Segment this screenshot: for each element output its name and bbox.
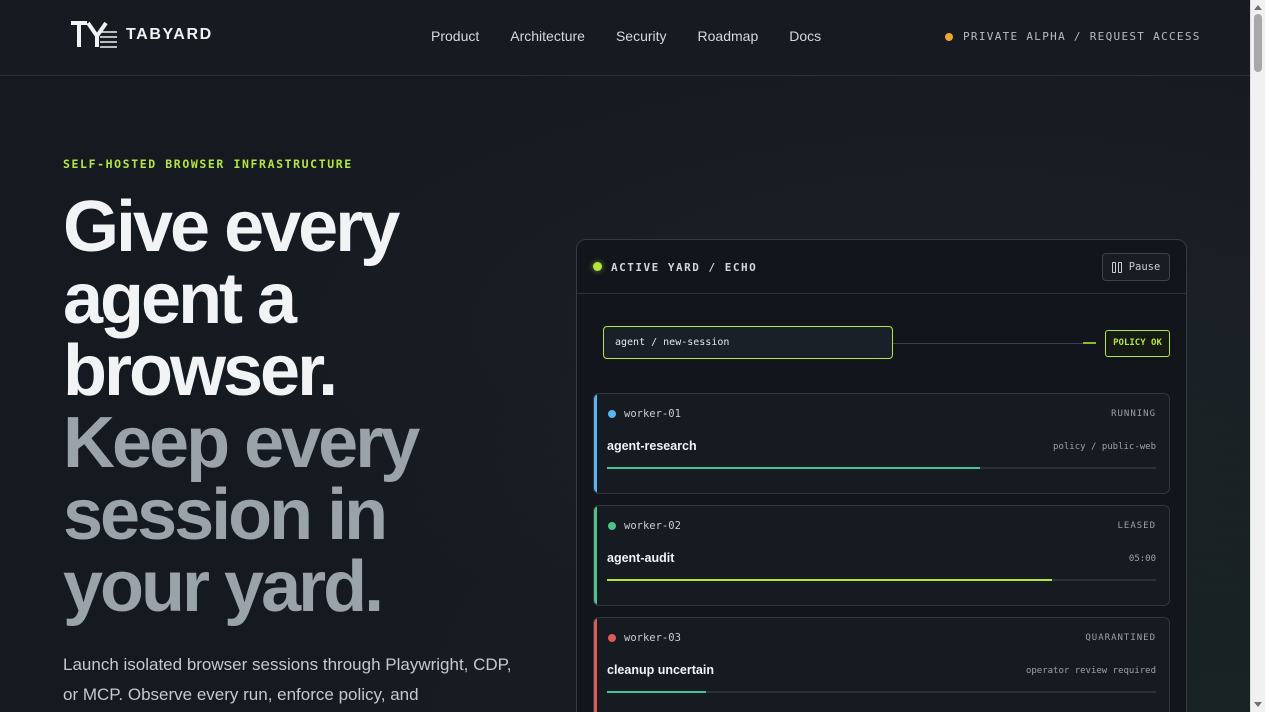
tabyard-logo-icon bbox=[71, 21, 117, 48]
headline-line-muted: Keep every bbox=[63, 403, 420, 483]
worker-meta: 05:00 bbox=[1128, 554, 1156, 564]
worker-card[interactable]: worker-01 RUNNING agent-research policy … bbox=[593, 393, 1170, 494]
worker-agent-name: cleanup uncertain bbox=[607, 663, 714, 677]
hero-lede: Launch isolated browser sessions through… bbox=[63, 655, 512, 704]
worker-id: worker-03 bbox=[624, 632, 681, 644]
worker-status-dot bbox=[608, 410, 616, 418]
policy-connector bbox=[893, 343, 1096, 344]
worker-progress-track bbox=[607, 691, 1156, 693]
worker-id: worker-02 bbox=[624, 520, 681, 532]
panel-title: ACTIVE YARD / ECHO bbox=[611, 261, 758, 274]
worker-meta: policy / public-web bbox=[1053, 442, 1156, 452]
worker-status: LEASED bbox=[1117, 521, 1156, 531]
headline-line-muted: session in bbox=[63, 475, 388, 555]
nav-roadmap[interactable]: Roadmap bbox=[698, 28, 759, 44]
pause-button[interactable]: Pause bbox=[1102, 253, 1170, 281]
worker-meta: operator review required bbox=[1025, 666, 1156, 676]
site-header: TABYARD Product Architecture Security Ro… bbox=[0, 0, 1250, 76]
headline-line-muted: your yard. bbox=[63, 547, 384, 627]
scroll-thumb[interactable] bbox=[1254, 14, 1262, 72]
worker-card[interactable]: worker-02 LEASED agent-audit 05:00 bbox=[593, 505, 1170, 606]
worker-progress-fill bbox=[607, 579, 1052, 581]
logo-text: TABYARD bbox=[126, 26, 213, 43]
headline-line: agent a bbox=[63, 259, 297, 339]
policy-badge: POLICY OK bbox=[1105, 330, 1170, 357]
hero-headline: Give every agent a browser. Keep every s… bbox=[63, 191, 533, 623]
logo[interactable]: TABYARD bbox=[70, 20, 213, 50]
nav-docs[interactable]: Docs bbox=[789, 28, 821, 44]
worker-stripe bbox=[594, 506, 597, 605]
worker-id: worker-01 bbox=[624, 408, 681, 420]
worker-stripe bbox=[594, 394, 597, 493]
worker-status-dot bbox=[608, 634, 616, 642]
scroll-down-arrow-icon[interactable] bbox=[1254, 702, 1262, 707]
headline-line: Give every bbox=[63, 187, 400, 267]
worker-agent-name: agent-research bbox=[607, 439, 697, 453]
alpha-status-dot bbox=[945, 32, 953, 41]
worker-progress-track bbox=[607, 579, 1156, 581]
worker-status-dot bbox=[608, 522, 616, 530]
worker-card[interactable]: worker-03 QUARANTINED cleanup uncertain … bbox=[593, 617, 1170, 712]
page-scrollbar[interactable] bbox=[1250, 0, 1265, 712]
yard-status-dot bbox=[593, 262, 602, 271]
headline-line: browser. bbox=[63, 331, 338, 411]
nav-product[interactable]: Product bbox=[431, 28, 479, 44]
active-yard-panel: ACTIVE YARD / ECHO Pause agent / new-ses… bbox=[576, 239, 1187, 712]
request-access-label: PRIVATE ALPHA / REQUEST ACCESS bbox=[963, 30, 1201, 43]
hero-eyebrow: SELF-HOSTED BROWSER INFRASTRUCTURE bbox=[63, 157, 353, 171]
panel-header: ACTIVE YARD / ECHO Pause bbox=[577, 240, 1186, 294]
policy-connector-tip bbox=[1083, 342, 1096, 344]
worker-status: QUARANTINED bbox=[1085, 633, 1156, 643]
main-nav: Product Architecture Security Roadmap Do… bbox=[431, 28, 852, 44]
worker-agent-name: agent-audit bbox=[607, 551, 675, 565]
nav-security[interactable]: Security bbox=[616, 28, 667, 44]
nav-architecture[interactable]: Architecture bbox=[510, 28, 585, 44]
request-access-link[interactable]: PRIVATE ALPHA / REQUEST ACCESS bbox=[945, 30, 1201, 43]
worker-stripe bbox=[594, 618, 597, 712]
session-command-field[interactable]: agent / new-session bbox=[603, 326, 893, 359]
worker-progress-fill bbox=[607, 691, 706, 693]
worker-status: RUNNING bbox=[1111, 409, 1156, 419]
pause-icon bbox=[1111, 261, 1122, 273]
pause-label: Pause bbox=[1128, 261, 1161, 273]
worker-progress-fill bbox=[607, 467, 981, 469]
scroll-up-arrow-icon[interactable] bbox=[1254, 5, 1262, 10]
worker-progress-track bbox=[607, 467, 1156, 469]
